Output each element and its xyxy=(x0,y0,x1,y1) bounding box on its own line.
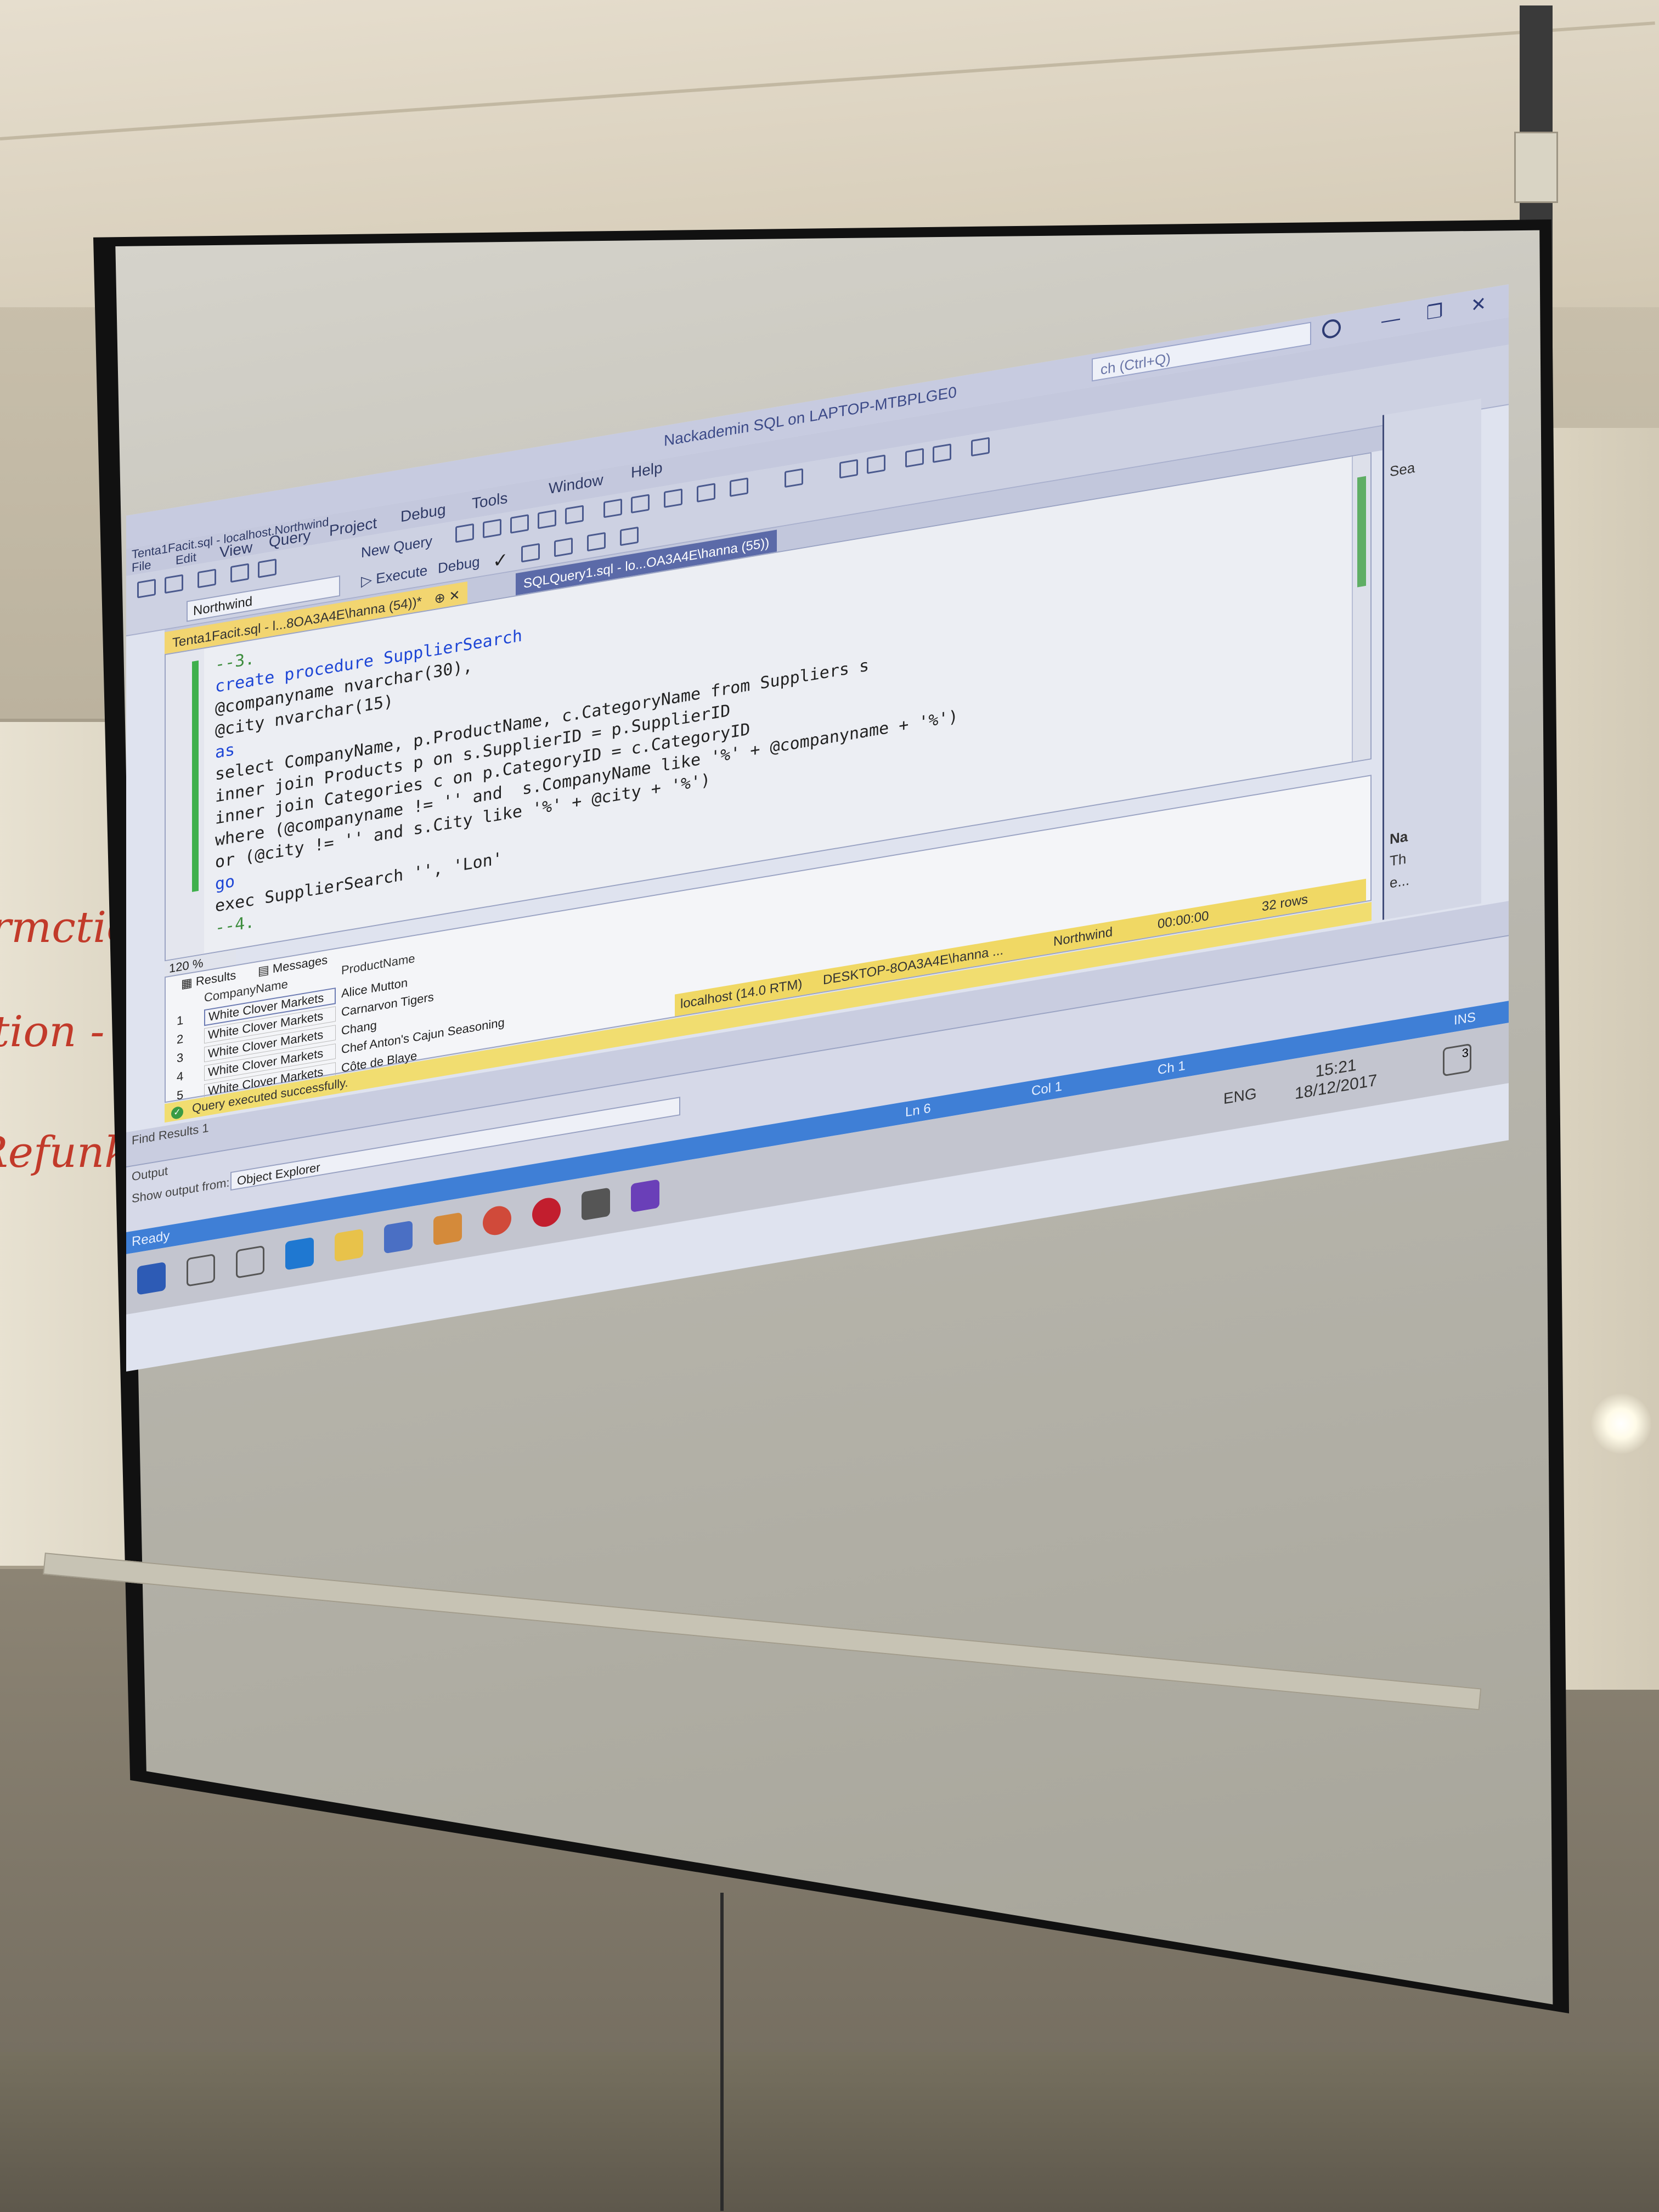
task-view-icon[interactable] xyxy=(236,1245,264,1279)
row-number: 3 xyxy=(177,1050,184,1065)
forward-icon[interactable] xyxy=(165,574,183,594)
paste-icon[interactable] xyxy=(664,488,682,509)
status-column: Col 1 xyxy=(1031,1079,1063,1099)
comment-icon[interactable] xyxy=(839,459,858,479)
menu-tools[interactable]: Tools xyxy=(472,489,507,513)
xmla-query-icon[interactable] xyxy=(565,505,584,525)
debug-button[interactable]: Debug xyxy=(433,549,484,580)
ceiling-light xyxy=(1591,1393,1651,1454)
store-icon[interactable] xyxy=(384,1220,413,1254)
activity-monitor-icon[interactable] xyxy=(785,468,803,488)
clock[interactable]: 15:21 18/12/2017 xyxy=(1295,1052,1377,1103)
scrollbar-thumb[interactable] xyxy=(1357,476,1366,588)
column-header-productname[interactable]: ProductName xyxy=(341,951,415,978)
analysis-query-icon[interactable] xyxy=(483,518,501,539)
redo-icon[interactable] xyxy=(730,477,748,497)
minimize-button[interactable]: — xyxy=(1377,305,1404,334)
row-count: 32 rows xyxy=(1262,891,1308,915)
status-char: Ch 1 xyxy=(1158,1058,1186,1078)
search-icon[interactable] xyxy=(187,1253,215,1287)
editor-scrollbar[interactable] xyxy=(1352,453,1370,762)
status-ready: Ready xyxy=(132,1228,170,1250)
chrome-icon[interactable] xyxy=(483,1204,511,1238)
results-to-text-icon[interactable] xyxy=(620,526,639,546)
cell-productname[interactable]: Chang xyxy=(341,1018,377,1039)
results-tab-label: Results xyxy=(195,968,236,989)
rail-clip xyxy=(1514,132,1558,203)
database-engine-query-icon[interactable] xyxy=(455,523,474,543)
media-player-icon[interactable] xyxy=(532,1195,561,1229)
panel-search-input[interactable]: Sea xyxy=(1390,459,1415,481)
notification-count: 3 xyxy=(1462,1045,1469,1060)
open-file-icon[interactable] xyxy=(230,563,249,583)
status-insert-mode: INS xyxy=(1454,1009,1476,1029)
properties-panel: Sea Na Th e... xyxy=(1383,398,1481,920)
search-icon[interactable] xyxy=(1322,318,1341,340)
output-label: Output xyxy=(132,1164,168,1184)
floor xyxy=(0,2052,1659,2212)
change-tracking-bar xyxy=(192,660,199,892)
app-window-icon[interactable] xyxy=(582,1187,610,1221)
whiteboard-text: stion - xyxy=(0,1007,105,1057)
menu-debug[interactable]: Debug xyxy=(400,501,446,526)
results-to-grid-icon[interactable] xyxy=(587,532,606,552)
visual-studio-icon[interactable] xyxy=(631,1179,659,1213)
decrease-indent-icon[interactable] xyxy=(905,448,924,468)
parse-check-icon[interactable]: ✓ xyxy=(488,544,513,572)
undo-icon[interactable] xyxy=(697,483,715,503)
ssms-icon[interactable] xyxy=(433,1212,462,1246)
mdx-query-icon[interactable] xyxy=(510,514,529,534)
language-indicator[interactable]: ENG xyxy=(1223,1085,1257,1108)
projected-display: Nackademin SQL on LAPTOP-MTBPLGE0 ch (Ct… xyxy=(126,54,1509,1372)
notifications-icon[interactable]: 3 xyxy=(1443,1043,1471,1077)
cut-icon[interactable] xyxy=(603,498,622,518)
windows-start-icon[interactable] xyxy=(137,1261,166,1295)
display-plan-icon[interactable] xyxy=(521,543,540,563)
copy-icon[interactable] xyxy=(631,494,650,514)
edge-icon[interactable] xyxy=(285,1237,314,1271)
close-button[interactable]: ✕ xyxy=(1465,290,1492,319)
new-project-icon[interactable] xyxy=(198,568,216,589)
back-icon[interactable] xyxy=(137,578,156,599)
row-number: 1 xyxy=(177,1013,184,1028)
restore-button[interactable]: ❐ xyxy=(1421,298,1448,326)
tab-messages[interactable]: ▤ Messages xyxy=(253,951,332,980)
pull-cord xyxy=(720,1893,724,2211)
dmx-query-icon[interactable] xyxy=(538,509,556,529)
execute-label: Execute xyxy=(376,562,428,587)
status-line: Ln 6 xyxy=(905,1101,931,1120)
uncomment-icon[interactable] xyxy=(867,454,885,475)
row-number: 4 xyxy=(177,1069,184,1084)
panel-description: Th xyxy=(1390,850,1407,870)
query-options-icon[interactable] xyxy=(554,537,573,557)
specify-values-icon[interactable] xyxy=(971,437,990,457)
panel-name-label: Na xyxy=(1390,828,1408,848)
check-circle-icon: ✓ xyxy=(171,1105,183,1120)
file-explorer-icon[interactable] xyxy=(335,1228,363,1262)
messages-tab-label: Messages xyxy=(272,952,328,976)
find-results-label: Find Results 1 xyxy=(132,1120,209,1148)
panel-description-more: e... xyxy=(1390,871,1410,891)
close-icon[interactable]: ⊕ ✕ xyxy=(435,588,460,607)
row-number: 2 xyxy=(177,1031,184,1047)
editor-gutter xyxy=(166,648,204,960)
save-icon[interactable] xyxy=(258,558,276,578)
increase-indent-icon[interactable] xyxy=(933,443,951,464)
